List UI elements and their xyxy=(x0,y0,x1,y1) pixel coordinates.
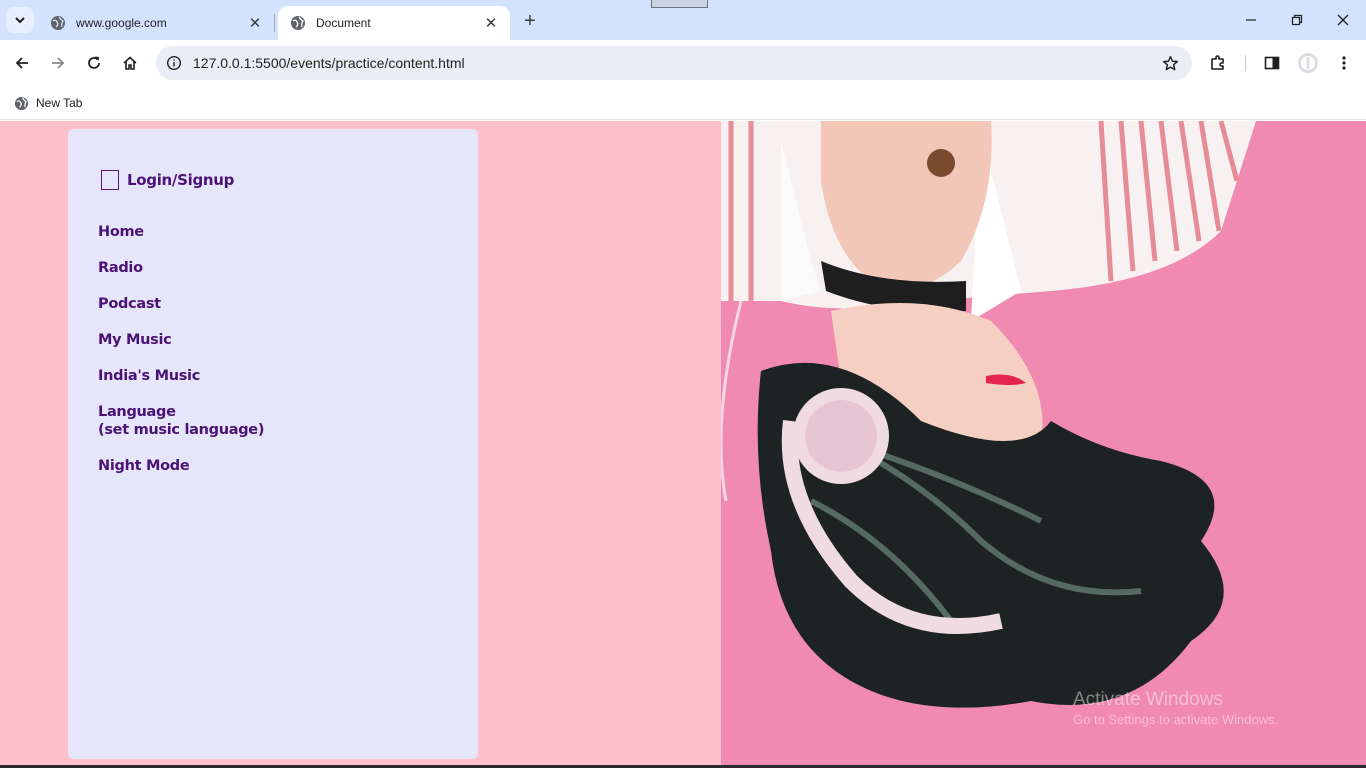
tab-title: Document xyxy=(316,16,371,30)
globe-icon xyxy=(291,16,305,30)
menu-button[interactable] xyxy=(1330,49,1358,77)
tab-title: www.google.com xyxy=(76,16,167,30)
page-content: Login/Signup Home Radio Podcast My Music… xyxy=(0,121,1366,768)
close-icon[interactable]: ✕ xyxy=(246,14,264,32)
tab-document[interactable]: Document ✕ xyxy=(278,6,510,40)
reload-icon xyxy=(88,56,100,69)
login-label: Login/Signup xyxy=(127,171,235,189)
chevron-down-icon xyxy=(15,17,25,24)
avatar-icon xyxy=(1298,53,1318,73)
globe-icon xyxy=(14,96,29,110)
tab-strip: www.google.com ✕ Document ✕ + xyxy=(0,0,1366,40)
restore-icon xyxy=(1291,14,1303,26)
watermark-title: Activate Windows xyxy=(1073,689,1223,710)
nav-item-language[interactable]: Language (set music language) xyxy=(98,403,264,439)
nav-item-night-mode[interactable]: Night Mode xyxy=(98,457,264,475)
more-vertical-icon xyxy=(1342,56,1346,70)
minimize-button[interactable] xyxy=(1228,0,1274,40)
url-text: 127.0.0.1:5500/events/practice/content.h… xyxy=(193,55,465,71)
nav-label: Radio xyxy=(98,260,143,276)
restore-button[interactable] xyxy=(1274,0,1320,40)
hero-image xyxy=(721,121,1366,768)
watermark-subtitle: Go to Settings to activate Windows. xyxy=(1073,712,1279,727)
globe-icon xyxy=(51,16,65,30)
bookmark-label: New Tab xyxy=(36,96,83,110)
star-icon xyxy=(1162,55,1178,70)
nav-item-podcast[interactable]: Podcast xyxy=(98,295,264,313)
minimize-icon xyxy=(1246,19,1256,21)
tab-divider xyxy=(274,14,275,32)
windows-activation-watermark: Activate Windows Go to Settings to activ… xyxy=(1073,689,1278,729)
nav-label: Home xyxy=(98,224,144,240)
sidebar-nav: Login/Signup Home Radio Podcast My Music… xyxy=(68,129,478,759)
side-panel-button[interactable] xyxy=(1258,49,1286,77)
nav-item-radio[interactable]: Radio xyxy=(98,259,264,277)
new-tab-button[interactable]: + xyxy=(518,9,542,33)
nav-label: My Music xyxy=(98,332,172,348)
bookmark-new-tab[interactable]: New Tab xyxy=(8,90,88,116)
arrow-right-icon xyxy=(52,57,65,69)
profile-button[interactable] xyxy=(1294,49,1322,77)
close-window-button[interactable] xyxy=(1320,0,1366,40)
puzzle-icon xyxy=(1211,55,1224,70)
close-icon xyxy=(1337,14,1349,26)
address-bar[interactable]: 127.0.0.1:5500/events/practice/content.h… xyxy=(156,46,1192,80)
extensions-button[interactable] xyxy=(1204,49,1232,77)
nav-list: Home Radio Podcast My Music India's Musi… xyxy=(98,223,264,493)
nav-label: Language xyxy=(98,404,176,420)
home-button[interactable] xyxy=(116,49,144,77)
tab-google[interactable]: www.google.com ✕ xyxy=(38,6,274,40)
forward-button[interactable] xyxy=(44,49,72,77)
nav-item-my-music[interactable]: My Music xyxy=(98,331,264,349)
side-panel-icon xyxy=(1264,56,1280,70)
site-info-button[interactable] xyxy=(164,53,184,73)
hero-photo-illustration xyxy=(721,121,1366,768)
login-icon xyxy=(101,170,119,190)
nav-label: India's Music xyxy=(98,368,201,384)
nav-item-home[interactable]: Home xyxy=(98,223,264,241)
arrow-left-icon xyxy=(15,57,28,69)
back-button[interactable] xyxy=(8,49,36,77)
nav-label: Podcast xyxy=(98,296,161,312)
bookmark-star-button[interactable] xyxy=(1160,53,1180,73)
tab-search-button[interactable] xyxy=(6,7,34,33)
home-icon xyxy=(123,56,137,70)
close-icon[interactable]: ✕ xyxy=(482,14,500,32)
info-icon xyxy=(166,55,182,71)
browser-toolbar: 127.0.0.1:5500/events/practice/content.h… xyxy=(0,40,1366,86)
login-signup-link[interactable]: Login/Signup xyxy=(101,170,234,190)
nav-item-indias-music[interactable]: India's Music xyxy=(98,367,264,385)
window-drag-handle[interactable] xyxy=(651,0,708,8)
bookmarks-bar: New Tab xyxy=(0,86,1366,120)
toolbar-separator xyxy=(1245,55,1246,71)
reload-button[interactable] xyxy=(80,49,108,77)
nav-label: Night Mode xyxy=(98,458,190,474)
nav-sublabel: (set music language) xyxy=(98,422,265,438)
